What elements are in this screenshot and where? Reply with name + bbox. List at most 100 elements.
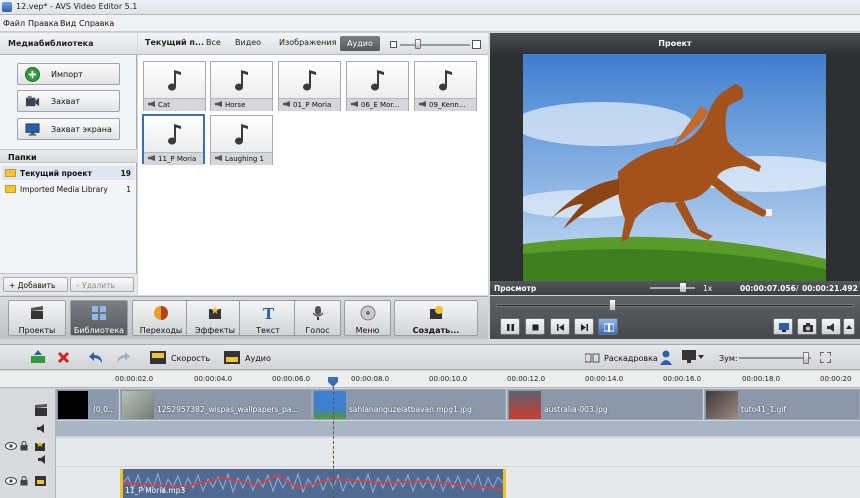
volume-button[interactable] <box>821 318 841 335</box>
audio-track-controls <box>0 467 56 498</box>
storyboard-icon <box>585 353 600 363</box>
tab-video[interactable]: Видео <box>235 38 261 47</box>
media-item-horse[interactable]: Horse <box>210 61 273 111</box>
media-item-09-kenny[interactable]: 09_Kenn... <box>414 61 477 111</box>
audio-button[interactable]: Аудио <box>245 354 271 363</box>
small-thumb-icon[interactable] <box>390 41 397 48</box>
library-label: Библиотека <box>73 326 125 335</box>
eye-icon[interactable] <box>5 442 17 450</box>
redo-icon[interactable] <box>115 351 130 364</box>
speaker-icon <box>148 155 155 161</box>
caret-up-icon <box>846 325 852 329</box>
delete-icon[interactable] <box>57 351 70 364</box>
video-clip[interactable]: 1252957382_wispas_wallpapers_pa... <box>120 389 312 420</box>
media-item-06-e-moria[interactable]: 06_E Mor... <box>346 61 409 111</box>
menu-label: Меню <box>355 326 380 335</box>
add-folder-button[interactable]: + Добавить <box>3 277 68 292</box>
capture-button[interactable]: Захват <box>17 90 120 112</box>
speaker-icon <box>215 101 222 107</box>
voice-button[interactable]: Голос <box>294 300 341 336</box>
audio-track: 11_P Moria.mp3 <box>0 467 860 498</box>
speaker-icon[interactable] <box>37 424 47 433</box>
fit-to-window-icon[interactable] <box>820 352 831 363</box>
large-thumb-icon[interactable] <box>472 40 481 49</box>
folder-imported-media[interactable]: Imported Media Library 1 <box>2 182 135 196</box>
thumb-size-handle[interactable] <box>415 39 421 49</box>
lock-icon[interactable] <box>20 441 28 451</box>
speed-value: 1x <box>703 284 713 293</box>
text-label: Текст <box>256 326 280 335</box>
seek-bar[interactable] <box>496 304 854 307</box>
speed-button[interactable]: Скорость <box>171 354 210 363</box>
video-preview[interactable] <box>523 54 826 281</box>
create-button[interactable]: Создать... <box>394 300 478 336</box>
menu-help[interactable]: Справка <box>79 19 114 28</box>
media-item-laughing-1[interactable]: Laughing 1 <box>210 115 273 165</box>
seek-handle[interactable] <box>609 299 616 311</box>
previous-frame-button[interactable] <box>550 318 570 335</box>
narrator-icon[interactable] <box>659 350 673 365</box>
video-clip[interactable]: tuto41_1.gif <box>704 389 860 420</box>
effects-button[interactable]: Эффекты <box>186 300 244 336</box>
lock-icon[interactable] <box>20 476 28 486</box>
music-note-icon <box>235 70 248 91</box>
snapshot-button[interactable] <box>797 318 817 335</box>
speed-slider[interactable] <box>650 287 695 289</box>
effects-track <box>0 438 860 466</box>
screen-capture-button[interactable]: Захват экрана <box>17 118 120 140</box>
delete-folder-button[interactable]: – Удалить <box>70 277 134 292</box>
folder-current-project[interactable]: Текущий проект 19 <box>2 166 135 180</box>
timeline-toolbar: Скорость Аудио Раскадровка Зум: <box>0 344 860 370</box>
zoom-slider[interactable] <box>739 357 811 359</box>
tab-all[interactable]: Все <box>206 38 221 47</box>
eye-icon[interactable] <box>5 477 17 485</box>
volume-up-button[interactable] <box>843 318 855 335</box>
transitions-button[interactable]: Переходы <box>132 300 190 336</box>
next-frame-button[interactable] <box>574 318 594 335</box>
thumb-size-slider[interactable] <box>400 44 470 46</box>
undo-icon[interactable] <box>89 351 104 364</box>
tab-images[interactable]: Изображения <box>279 38 336 47</box>
menu-file[interactable]: Файл <box>3 19 25 28</box>
audio-clip[interactable]: 11_P Moria.mp3 <box>120 469 506 498</box>
media-item-01-p-moria[interactable]: 01_P Moria <box>278 61 341 111</box>
app-icon <box>2 2 12 12</box>
timeline-ruler[interactable]: 00:00:02.0 00:00:04.0 00:00:06.0 00:00:0… <box>0 371 860 388</box>
speed-handle[interactable] <box>680 283 686 292</box>
zoom-handle[interactable] <box>803 352 809 364</box>
projects-button[interactable]: Проекты <box>8 300 66 336</box>
pause-button[interactable] <box>500 318 520 335</box>
folder-icon <box>5 169 16 177</box>
menu-button[interactable]: Меню <box>344 300 391 336</box>
menu-view[interactable]: Вид <box>60 19 76 28</box>
video-clip[interactable]: australia-003.jpg <box>507 389 703 420</box>
speaker-icon <box>419 101 426 107</box>
video-clip[interactable]: sahlananguzelatbavan.mpg1.jpg <box>312 389 506 420</box>
clip-thumbnail <box>314 391 346 419</box>
media-item-11-p-moria[interactable]: 11_P Moria <box>142 114 205 165</box>
fullscreen-button[interactable] <box>773 318 793 335</box>
menu-edit[interactable]: Правка <box>28 19 58 28</box>
storyboard-button[interactable]: Раскадровка <box>604 354 658 363</box>
arrange-icon[interactable] <box>30 350 46 365</box>
camera-icon <box>803 323 813 332</box>
video-clip[interactable]: (0,0... <box>56 389 119 420</box>
media-library-title: Медиабиблиотека <box>0 33 137 55</box>
speaker-icon[interactable] <box>38 455 48 464</box>
create-label: Создать... <box>412 326 460 335</box>
voice-label: Голос <box>305 326 330 335</box>
split-button[interactable] <box>598 318 618 335</box>
tab-audio[interactable]: Аудио <box>340 36 380 51</box>
library-button[interactable]: Библиотека <box>70 300 128 336</box>
media-item-cat[interactable]: Cat <box>143 61 206 111</box>
media-item-label: 09_Kenn... <box>429 101 466 109</box>
ruler-tick: 00:00:06.0 <box>272 375 311 383</box>
music-note-icon <box>168 124 181 145</box>
stop-button[interactable] <box>525 318 545 335</box>
monitor-dropdown-icon[interactable] <box>682 350 704 365</box>
text-button[interactable]: T Текст <box>239 300 297 336</box>
playhead-line <box>333 382 334 498</box>
library-actions: + Добавить – Удалить <box>0 273 137 295</box>
preview-label: Просмотр <box>494 284 537 293</box>
import-button[interactable]: Импорт <box>17 63 120 85</box>
